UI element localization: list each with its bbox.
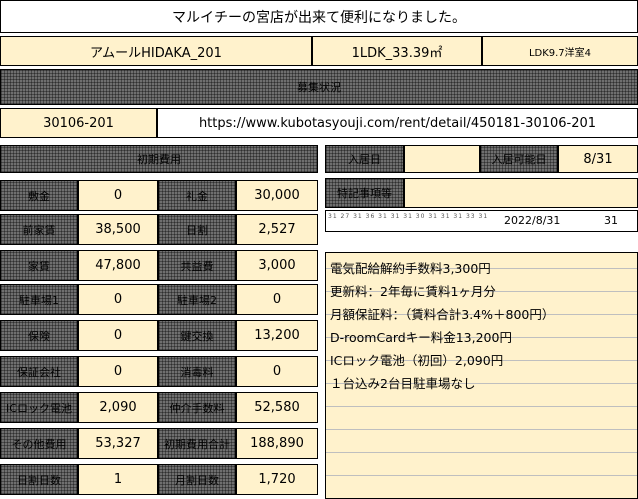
fee-label-right: 月割日数 bbox=[158, 464, 236, 495]
note-line: 月額保証料：（賃料合計3.4%＋800円） bbox=[330, 307, 555, 322]
fee-value-left[interactable]: 0 bbox=[78, 180, 158, 211]
available-label: 入居可能日 bbox=[480, 145, 558, 173]
notes-panel: 電気配給解約手数料3,300円 更新料：2年毎に賃料1ヶ月分月額保証料：（賃料合計… bbox=[325, 252, 638, 499]
fee-value-left[interactable]: 0 bbox=[78, 320, 158, 351]
fee-value-right[interactable]: 188,890 bbox=[236, 428, 318, 459]
fee-label-right: 鍵交換 bbox=[158, 320, 236, 351]
calendar-tiny-numbers: 31 27 31 36 31 31 31 30 31 31 31 33 31 bbox=[328, 213, 489, 220]
fee-label-right: 礼金 bbox=[158, 180, 236, 211]
fee-value-left[interactable]: 0 bbox=[78, 356, 158, 387]
fee-label-right: 仲介手数料 bbox=[158, 392, 236, 423]
fee-label-right: 日割 bbox=[158, 214, 236, 245]
listing-id: 30106-201 bbox=[0, 108, 157, 138]
fee-value-right[interactable]: 13,200 bbox=[236, 320, 318, 351]
fee-label-right: 共益費 bbox=[158, 250, 236, 281]
fee-value-left[interactable]: 53,327 bbox=[78, 428, 158, 459]
fee-label-left: 保険 bbox=[0, 320, 78, 351]
note-line: D-roomCardキー料金13,200円 bbox=[330, 330, 512, 345]
fee-value-right[interactable]: 52,580 bbox=[236, 392, 318, 423]
fee-label-left: 前家賃 bbox=[0, 214, 78, 245]
fee-label-left: ICロック電池 bbox=[0, 392, 78, 423]
fee-label-right: 消毒料 bbox=[158, 356, 236, 387]
fee-label-left: 日割日数 bbox=[0, 464, 78, 495]
fee-value-left[interactable]: 2,090 bbox=[78, 392, 158, 423]
fee-value-right[interactable]: 3,000 bbox=[236, 250, 318, 281]
fee-value-right[interactable]: 0 bbox=[236, 284, 318, 315]
calendar-strip: 31 27 31 36 31 31 31 30 31 31 31 33 31 2… bbox=[325, 210, 638, 232]
fee-value-left[interactable]: 38,500 bbox=[78, 214, 158, 245]
fee-value-right[interactable]: 1,720 bbox=[236, 464, 318, 495]
property-rooms: LDK9.7洋室4 bbox=[482, 36, 638, 66]
available-value[interactable]: 8/31 bbox=[558, 145, 638, 173]
fees-header-label: 初期費用 bbox=[137, 153, 181, 166]
memo-value[interactable] bbox=[404, 178, 638, 208]
fee-label-left: 駐車場1 bbox=[0, 284, 78, 315]
fee-value-right[interactable]: 2,527 bbox=[236, 214, 318, 245]
memo-label: 特記事項等 bbox=[325, 178, 404, 208]
fee-label-right: 初期費用合計 bbox=[158, 428, 236, 459]
fee-value-left[interactable]: 1 bbox=[78, 464, 158, 495]
fee-label-left: 敷金 bbox=[0, 180, 78, 211]
fee-value-right[interactable]: 30,000 bbox=[236, 180, 318, 211]
note-line: 電気配給解約手数料3,300円 bbox=[330, 261, 491, 276]
fee-value-left[interactable]: 47,800 bbox=[78, 250, 158, 281]
header-title: マルイチーの宮店が出来て便利になりました。 bbox=[0, 0, 638, 33]
note-line: １台込み2台目駐車場なし bbox=[330, 376, 476, 391]
note-line: 更新料：2年毎に賃料1ヶ月分 bbox=[330, 284, 496, 299]
listing-url[interactable]: https://www.kubotasyouji.com/rent/detail… bbox=[157, 108, 638, 138]
fee-label-right: 駐車場2 bbox=[158, 284, 236, 315]
fee-label-left: 保証会社 bbox=[0, 356, 78, 387]
fee-label-left: その他費用 bbox=[0, 428, 78, 459]
section-bar-label: 募集状況 bbox=[297, 81, 341, 94]
move-in-label: 入居日 bbox=[325, 145, 404, 173]
note-line: ICロック電池（初回）2,090円 bbox=[330, 353, 504, 368]
section-bar: 募集状況 bbox=[0, 69, 638, 105]
fees-header: 初期費用 bbox=[0, 145, 318, 173]
fee-value-left[interactable]: 0 bbox=[78, 284, 158, 315]
calendar-date: 2022/8/31 bbox=[504, 214, 561, 227]
property-layout: 1LDK_33.39㎡ bbox=[312, 36, 482, 66]
property-name: アムールHIDAKA_201 bbox=[0, 36, 312, 66]
calendar-days: 31 bbox=[604, 214, 618, 227]
move-in-value[interactable] bbox=[404, 145, 480, 173]
fee-value-right[interactable]: 0 bbox=[236, 356, 318, 387]
fee-label-left: 家賃 bbox=[0, 250, 78, 281]
